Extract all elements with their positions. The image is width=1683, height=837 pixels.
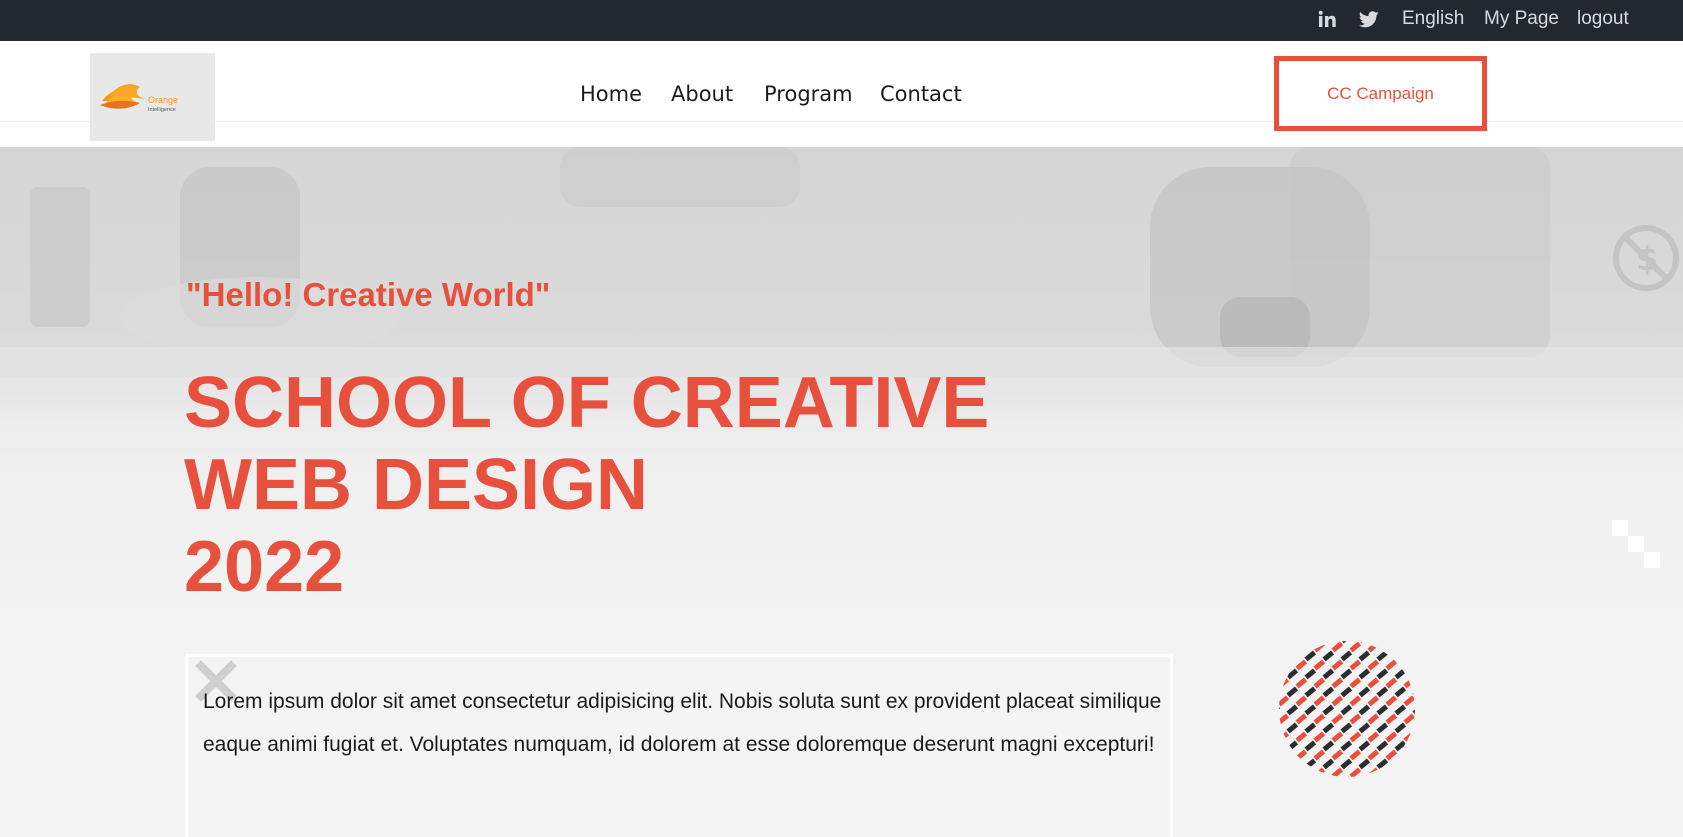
orange-intelligence-logo: Orange Intelligence [100,84,178,113]
dotted-circle-pattern [1279,641,1415,777]
nav-about[interactable]: About [671,82,733,106]
no-dollar-icon: $ [1613,225,1679,291]
language-selector[interactable]: English [1402,0,1464,41]
headline-line: WEB DESIGN [184,445,649,525]
nav-contact[interactable]: Contact [880,82,962,106]
hero-description: Lorem ipsum dolor sit amet consectetur a… [203,690,1162,756]
headline-line: SCHOOL OF CREATIVE [184,363,990,443]
site-logo[interactable]: Orange Intelligence [90,53,215,141]
headline-line: 2022 [184,527,345,607]
nav-program[interactable]: Program [764,82,853,106]
svg-text:Intelligence: Intelligence [148,107,176,113]
top-bar: English My Page logout [0,0,1683,41]
linkedin-icon[interactable] [1318,10,1337,34]
svg-text:Orange: Orange [148,95,178,105]
logout-link[interactable]: logout [1577,0,1629,41]
nav-home[interactable]: Home [580,82,642,106]
svg-text:$: $ [1636,240,1658,278]
pixel-steps-decoration [1612,520,1660,568]
my-page-link[interactable]: My Page [1484,0,1559,41]
twitter-icon[interactable] [1358,10,1379,34]
hero-tagline: "Hello! Creative World" [186,276,551,313]
cc-campaign-button[interactable]: CC Campaign [1274,56,1487,131]
hero-headline: SCHOOL OF CREATIVE WEB DESIGN 2022 [184,362,1084,608]
